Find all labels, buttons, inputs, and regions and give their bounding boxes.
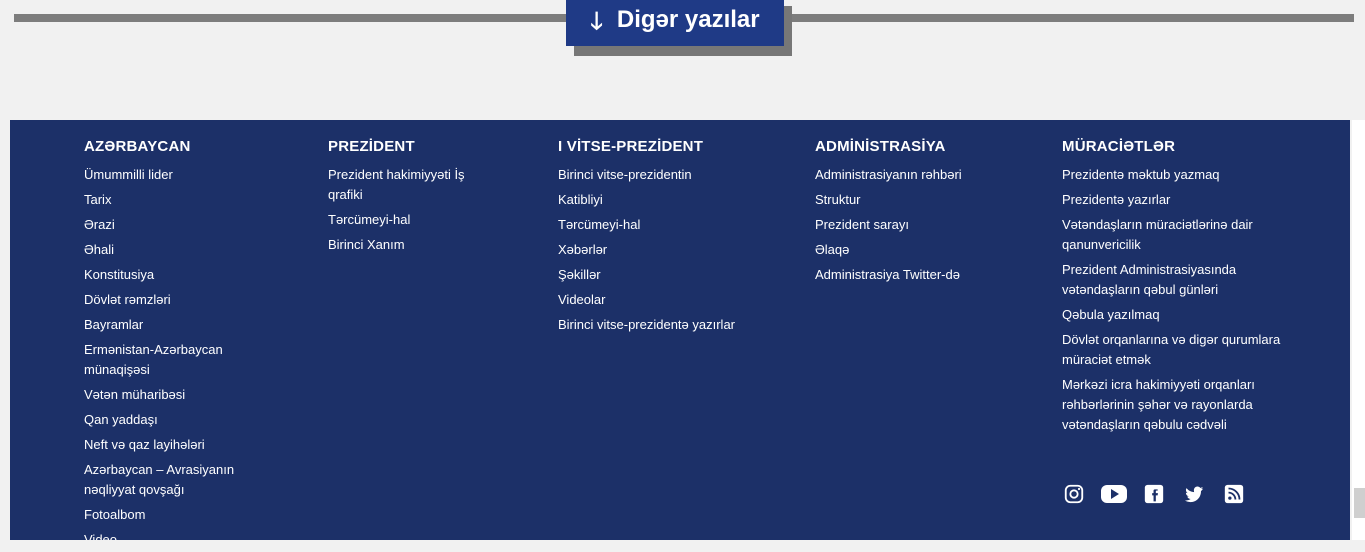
footer-link-list: Birinci vitse-prezidentin Katibliyi Tərc… bbox=[558, 165, 778, 335]
footer-col-president: PREZİDENT Prezident hakimiyyəti İş qrafi… bbox=[328, 138, 498, 260]
footer-link[interactable]: Mərkəzi icra hakimiyyəti orqanları rəhbə… bbox=[1062, 375, 1302, 435]
instagram-icon[interactable] bbox=[1060, 480, 1088, 508]
footer-link[interactable]: Tərcümeyi-hal bbox=[558, 215, 778, 235]
footer-link[interactable]: Prezidentə yazırlar bbox=[1062, 190, 1302, 210]
footer-link[interactable]: Struktur bbox=[815, 190, 1005, 210]
footer-col-title: MÜRACİƏTLƏR bbox=[1062, 138, 1176, 155]
footer-link[interactable]: Tərcümeyi-hal bbox=[328, 210, 498, 230]
footer-link-list: Prezidentə məktub yazmaq Prezidentə yazı… bbox=[1062, 165, 1302, 435]
footer-link[interactable]: Xəbərlər bbox=[558, 240, 778, 260]
footer-col-title: I VİTSE-PREZİDENT bbox=[558, 138, 704, 155]
footer-link[interactable]: Birinci vitse-prezidentin bbox=[558, 165, 778, 185]
footer-link[interactable]: Administrasiya Twitter-də bbox=[815, 265, 1005, 285]
site-footer: AZƏRBAYCAN Ümummilli lider Tarix Ərazi Ə… bbox=[10, 120, 1350, 540]
footer-link[interactable]: Azərbaycan – Avrasiyanın nəqliyyat qovşa… bbox=[84, 460, 264, 500]
footer-link[interactable]: Prezident hakimiyyəti İş qrafiki bbox=[328, 165, 498, 205]
footer-link-list: Prezident hakimiyyəti İş qrafiki Tərcüme… bbox=[328, 165, 498, 255]
footer-col-administration: ADMİNİSTRASİYA Administrasiyanın rəhbəri… bbox=[815, 138, 1005, 290]
more-posts-button[interactable]: 🡓 Digər yazılar bbox=[566, 0, 784, 46]
footer-link[interactable]: Administrasiyanın rəhbəri bbox=[815, 165, 1005, 185]
page-right-edge bbox=[1352, 120, 1365, 540]
footer-link[interactable]: Dövlət orqanlarına və digər qurumlara mü… bbox=[1062, 330, 1302, 370]
arrow-down-icon: 🡓 bbox=[590, 8, 603, 35]
footer-link[interactable]: Qəbula yazılmaq bbox=[1062, 305, 1302, 325]
footer-link[interactable]: Vətəndaşların müraciətlərinə dair qanunv… bbox=[1062, 215, 1302, 255]
footer-link[interactable]: Prezidentə məktub yazmaq bbox=[1062, 165, 1302, 185]
footer-col-appeals: MÜRACİƏTLƏR Prezidentə məktub yazmaq Pre… bbox=[1062, 138, 1302, 440]
youtube-icon[interactable] bbox=[1100, 480, 1128, 508]
footer-link[interactable]: Konstitusiya bbox=[84, 265, 264, 285]
footer-link[interactable]: Prezident Administrasiyasında vətəndaşla… bbox=[1062, 260, 1302, 300]
footer-link[interactable]: Əhali bbox=[84, 240, 264, 260]
footer-link[interactable]: Prezident sarayı bbox=[815, 215, 1005, 235]
footer-link[interactable]: Şəkillər bbox=[558, 265, 778, 285]
footer-link[interactable]: Fotoalbom bbox=[84, 505, 264, 525]
social-links bbox=[1060, 480, 1248, 508]
rss-icon[interactable] bbox=[1220, 480, 1248, 508]
scrollbar-thumb[interactable] bbox=[1354, 488, 1365, 518]
footer-link[interactable]: Video bbox=[84, 530, 264, 540]
footer-link[interactable]: Əlaqə bbox=[815, 240, 1005, 260]
footer-link[interactable]: Birinci vitse-prezidentə yazırlar bbox=[558, 315, 778, 335]
more-posts-label: Digər yazılar bbox=[616, 6, 760, 33]
footer-link[interactable]: Qan yaddaşı bbox=[84, 410, 264, 430]
footer-link[interactable]: Birinci Xanım bbox=[328, 235, 498, 255]
footer-col-title: PREZİDENT bbox=[328, 138, 415, 155]
footer-col-azerbaijan: AZƏRBAYCAN Ümummilli lider Tarix Ərazi Ə… bbox=[84, 138, 264, 540]
footer-link[interactable]: Dövlət rəmzləri bbox=[84, 290, 264, 310]
footer-link-list: Administrasiyanın rəhbəri Struktur Prezi… bbox=[815, 165, 1005, 285]
footer-link[interactable]: Bayramlar bbox=[84, 315, 264, 335]
footer-link[interactable]: Vətən müharibəsi bbox=[84, 385, 264, 405]
footer-link[interactable]: Ərazi bbox=[84, 215, 264, 235]
footer-col-title: AZƏRBAYCAN bbox=[84, 138, 191, 155]
more-posts-container: 🡓 Digər yazılar bbox=[566, 0, 792, 56]
footer-link[interactable]: Tarix bbox=[84, 190, 264, 210]
footer-link[interactable]: Ermənistan-Azərbaycan münaqişəsi bbox=[84, 340, 264, 380]
footer-col-title: ADMİNİSTRASİYA bbox=[815, 138, 946, 155]
footer-link[interactable]: Videolar bbox=[558, 290, 778, 310]
footer-link[interactable]: Neft və qaz layihələri bbox=[84, 435, 264, 455]
footer-link-list: Ümummilli lider Tarix Ərazi Əhali Konsti… bbox=[84, 165, 264, 540]
footer-link[interactable]: Ümummilli lider bbox=[84, 165, 264, 185]
twitter-icon[interactable] bbox=[1180, 480, 1208, 508]
facebook-icon[interactable] bbox=[1140, 480, 1168, 508]
footer-link[interactable]: Katibliyi bbox=[558, 190, 778, 210]
footer-col-vice-president: I VİTSE-PREZİDENT Birinci vitse-preziden… bbox=[558, 138, 778, 340]
